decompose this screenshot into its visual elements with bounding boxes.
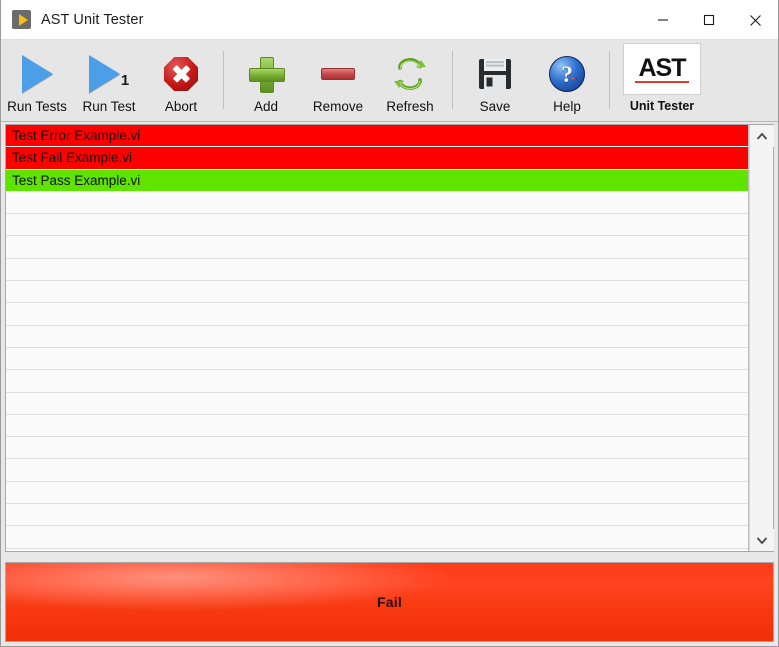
ast-logo-underline (635, 80, 689, 83)
status-indicator: Fail (6, 563, 773, 641)
close-button[interactable] (732, 0, 778, 40)
test-list-empty-row[interactable] (6, 481, 748, 505)
refresh-arrows-icon (374, 49, 446, 99)
test-list-item[interactable]: Test Pass Example.vi (6, 169, 748, 192)
floppy-disk-icon (459, 49, 531, 99)
remove-button[interactable]: Remove (302, 41, 374, 119)
test-list-item[interactable]: Test Error Example.vi (6, 125, 748, 148)
toolbar-separator-2 (452, 51, 453, 109)
test-list-scrollbar[interactable] (749, 125, 774, 551)
test-list-empty-row[interactable] (6, 437, 748, 460)
test-list: Test Error Example.vi Test Fail Example.v… (5, 124, 774, 552)
test-list-empty-row[interactable] (6, 303, 748, 326)
save-label: Save (479, 99, 511, 114)
test-list-body[interactable]: Test Error Example.vi Test Fail Example.v… (6, 125, 749, 551)
ast-logo-box: AST (623, 43, 701, 95)
scrollbar-track[interactable] (750, 147, 773, 529)
test-list-empty-row[interactable] (6, 414, 748, 438)
test-list-empty-row[interactable] (6, 347, 748, 371)
toolbar-group-run: Run Tests 1 Run Test Abort (1, 41, 217, 121)
plus-icon (230, 49, 302, 99)
ast-logo-text: AST (638, 53, 687, 82)
maximize-button[interactable] (686, 0, 732, 40)
stop-octagon-icon (145, 49, 217, 99)
help-glyph: ? (549, 56, 585, 92)
help-label: Help (553, 99, 581, 114)
add-label: Add (253, 99, 279, 114)
refresh-button[interactable]: Refresh (374, 41, 446, 119)
minimize-button[interactable] (640, 0, 686, 40)
refresh-label: Refresh (386, 99, 434, 114)
window-title: AST Unit Tester (41, 11, 144, 28)
test-list-empty-row[interactable] (6, 325, 748, 348)
toolbar: Run Tests 1 Run Test Abort Add Remove Re… (1, 40, 778, 122)
app-window: AST Unit Tester Run Tests 1 Run Test Abo… (0, 0, 779, 647)
test-list-empty-row[interactable] (6, 281, 748, 304)
toolbar-separator-3 (609, 51, 610, 109)
title-bar: AST Unit Tester (1, 0, 778, 40)
test-list-empty-row[interactable] (6, 191, 748, 215)
test-list-empty-row[interactable] (6, 370, 748, 393)
help-button[interactable]: ? Help (531, 41, 603, 119)
run-tests-button[interactable]: Run Tests (1, 41, 73, 119)
question-mark-icon: ? (531, 49, 603, 99)
ast-brand-logo: AST Unit Tester (620, 41, 704, 121)
toolbar-separator-1 (223, 51, 224, 109)
play-triangle-one-icon: 1 (73, 49, 145, 99)
test-list-empty-row[interactable] (6, 459, 748, 482)
test-list-empty-row[interactable] (6, 258, 748, 282)
test-list-empty-row[interactable] (6, 392, 748, 415)
status-text: Fail (377, 594, 402, 610)
add-button[interactable]: Add (230, 41, 302, 119)
overall-status-panel: Fail (5, 562, 774, 642)
scroll-down-arrow[interactable] (749, 529, 774, 551)
remove-label: Remove (312, 99, 364, 114)
save-button[interactable]: Save (459, 41, 531, 119)
test-list-empty-row[interactable] (6, 526, 748, 549)
toolbar-overflow-artifact (572, 77, 577, 80)
test-list-empty-row[interactable] (6, 214, 748, 237)
minus-icon (302, 49, 374, 99)
test-list-item[interactable]: Test Fail Example.vi (6, 147, 748, 170)
run-test-label: Run Test (82, 99, 136, 114)
test-list-empty-row[interactable] (6, 504, 748, 527)
play-triangle-icon (1, 49, 73, 99)
scroll-up-arrow[interactable] (749, 125, 774, 147)
test-list-empty-row[interactable] (6, 236, 748, 259)
labview-run-arrow-icon (12, 10, 31, 29)
toolbar-group-misc: Save ? Help (459, 41, 603, 121)
run-test-button[interactable]: 1 Run Test (73, 41, 145, 119)
ast-logo-subtitle: Unit Tester (629, 99, 695, 113)
abort-button[interactable]: Abort (145, 41, 217, 119)
window-controls (640, 0, 778, 40)
toolbar-group-edit: Add Remove Refresh (230, 41, 446, 121)
run-tests-label: Run Tests (7, 99, 67, 114)
run-test-badge: 1 (120, 72, 130, 89)
abort-label: Abort (164, 99, 198, 114)
